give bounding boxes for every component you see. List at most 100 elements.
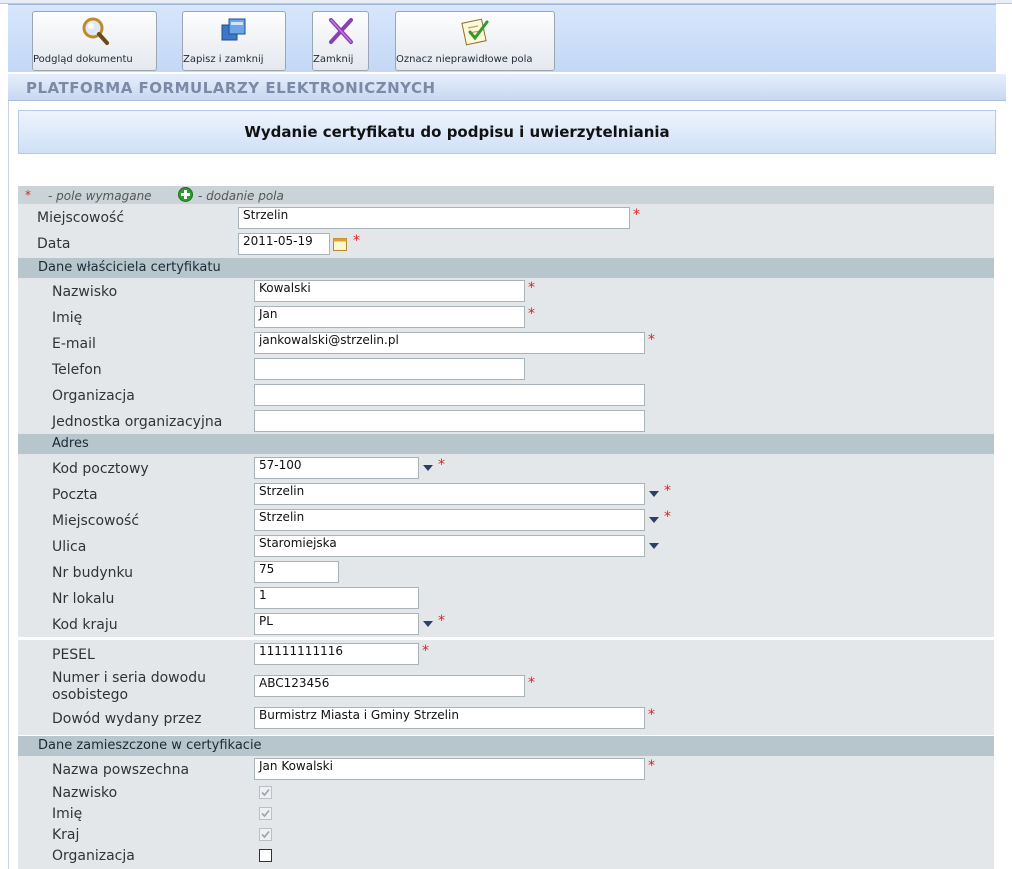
dowod-wydany-label: Dowód wydany przez (52, 711, 202, 727)
required-mark: * (528, 306, 535, 322)
poczta-select[interactable]: Strzelin (254, 483, 645, 505)
dowod-wydany-input[interactable]: Burmistrz Miasta i Gminy Strzelin (254, 707, 645, 729)
nr-lokalu-input[interactable]: 1 (254, 587, 419, 609)
platform-title: PLATFORMA FORMULARZY ELEKTRONICZNYCH (26, 79, 436, 97)
jednostka-input[interactable] (254, 410, 645, 432)
address-section-title: Adres (52, 436, 89, 451)
pesel-input[interactable]: 11111111116 (254, 643, 419, 665)
pesel-label: PESEL (52, 647, 95, 663)
miejscowosc-adres-label: Miejscowość (52, 513, 140, 529)
left-border (8, 101, 9, 869)
ulica-value: Staromiejska (259, 536, 337, 550)
chevron-down-icon[interactable] (649, 491, 659, 497)
mark-invalid-fields-label: Oznacz nieprawidłowe pola (396, 54, 533, 65)
toolbar: Podgląd dokumentu Zapisz i zamknij Zamkn… (8, 4, 996, 72)
dowod-numer-input[interactable]: ABC123456 (254, 675, 525, 697)
imie-label: Imię (52, 310, 83, 326)
cert-organizacja-checkbox[interactable] (259, 849, 272, 862)
telefon-input[interactable] (254, 358, 525, 380)
nazwa-powszechna-label: Nazwa powszechna (52, 762, 190, 778)
imie-input[interactable]: Jan (254, 306, 525, 328)
nr-budynku-input[interactable]: 75 (254, 561, 339, 583)
owner-section-title: Dane właściciela certyfikatu (38, 260, 221, 275)
cert-nazwisko-label: Nazwisko (52, 785, 118, 801)
cert-imie-label: Imię (52, 806, 83, 822)
imie-value: Jan (259, 307, 278, 321)
form-title: Wydanie certyfikatu do podpisu i uwierzy… (244, 123, 670, 141)
calendar-icon[interactable] (333, 237, 347, 251)
save-and-close-button[interactable]: Zapisz i zamknij (182, 11, 286, 71)
nazwisko-input[interactable]: Kowalski (254, 280, 525, 302)
nr-budynku-label: Nr budynku (52, 565, 134, 581)
add-field-icon (178, 187, 193, 202)
kod-kraju-select[interactable]: PL (254, 613, 419, 635)
required-mark: * (664, 509, 671, 525)
cert-nazwisko-checkbox[interactable] (259, 786, 272, 799)
chevron-down-icon[interactable] (423, 465, 433, 471)
required-mark: * (422, 643, 429, 659)
data-value: 2011-05-19 (243, 234, 313, 248)
email-input[interactable]: jankowalski@strzelin.pl (254, 332, 645, 354)
nazwisko-value: Kowalski (259, 281, 311, 295)
add-field-legend-text: - dodanie pola (198, 189, 284, 203)
save-windows-icon (221, 18, 246, 41)
save-and-close-label: Zapisz i zamknij (183, 54, 264, 65)
organizacja-input[interactable] (254, 384, 645, 406)
data-label: Data (37, 236, 71, 252)
cert-section-title: Dane zamieszczone w certyfikacie (38, 738, 262, 753)
required-mark: * (648, 707, 655, 723)
nazwa-powszechna-input[interactable]: Jan Kowalski (254, 758, 645, 780)
pesel-value: 11111111116 (259, 644, 343, 658)
jednostka-label: Jednostka organizacyjna (52, 414, 223, 430)
owner-section-header: Dane właściciela certyfikatu (18, 258, 994, 278)
preview-document-button[interactable]: Podgląd dokumentu (32, 11, 157, 71)
close-label: Zamknij (313, 54, 354, 65)
kod-kraju-value: PL (259, 614, 273, 628)
dowod-numer-label-line2: osobistego (52, 687, 129, 703)
ulica-select[interactable]: Staromiejska (254, 535, 645, 557)
preview-document-label: Podgląd dokumentu (33, 54, 133, 65)
close-x-icon (328, 18, 353, 44)
kod-pocztowy-label: Kod pocztowy (52, 461, 149, 477)
required-mark: * (528, 280, 535, 296)
mark-invalid-fields-button[interactable]: Oznacz nieprawidłowe pola (395, 11, 555, 71)
organizacja-label: Organizacja (52, 388, 135, 404)
kod-kraju-label: Kod kraju (52, 617, 118, 633)
required-legend-text: - pole wymagane (48, 189, 152, 203)
nazwa-powszechna-value: Jan Kowalski (259, 759, 333, 773)
poczta-label: Poczta (52, 487, 98, 503)
close-button[interactable]: Zamknij (312, 11, 369, 71)
required-mark: * (438, 457, 445, 473)
chevron-down-icon[interactable] (423, 621, 433, 627)
miejscowosc-input[interactable]: Strzelin (238, 207, 630, 229)
nr-lokalu-label: Nr lokalu (52, 591, 115, 607)
chevron-down-icon[interactable] (649, 517, 659, 523)
required-legend-star: * (25, 188, 31, 202)
miejscowosc-adres-value: Strzelin (259, 510, 305, 524)
dowod-numer-label-line1: Numer i seria dowodu (52, 670, 206, 686)
kod-pocztowy-value: 57-100 (259, 458, 302, 472)
nazwisko-label: Nazwisko (52, 284, 118, 300)
required-mark: * (633, 207, 640, 223)
poczta-value: Strzelin (259, 484, 305, 498)
platform-header: PLATFORMA FORMULARZY ELEKTRONICZNYCH (8, 74, 1006, 101)
dowod-wydany-value: Burmistrz Miasta i Gminy Strzelin (259, 708, 459, 722)
cert-imie-checkbox[interactable] (259, 807, 272, 820)
address-section-header: Adres (18, 434, 994, 454)
cert-kraj-checkbox[interactable] (259, 828, 272, 841)
miejscowosc-value: Strzelin (243, 208, 289, 222)
kod-pocztowy-select[interactable]: 57-100 (254, 457, 419, 479)
required-mark: * (438, 613, 445, 629)
checklist-icon (461, 18, 489, 46)
telefon-label: Telefon (52, 362, 102, 378)
miejscowosc-adres-select[interactable]: Strzelin (254, 509, 645, 531)
chevron-down-icon[interactable] (649, 543, 659, 549)
required-mark: * (648, 758, 655, 774)
cert-organizacja-label: Organizacja (52, 848, 135, 864)
required-mark: * (353, 233, 360, 249)
cert-section-header: Dane zamieszczone w certyfikacie (18, 736, 994, 756)
required-mark: * (528, 675, 535, 691)
email-label: E-mail (52, 336, 96, 352)
nr-budynku-value: 75 (259, 562, 275, 576)
data-input[interactable]: 2011-05-19 (238, 233, 330, 255)
